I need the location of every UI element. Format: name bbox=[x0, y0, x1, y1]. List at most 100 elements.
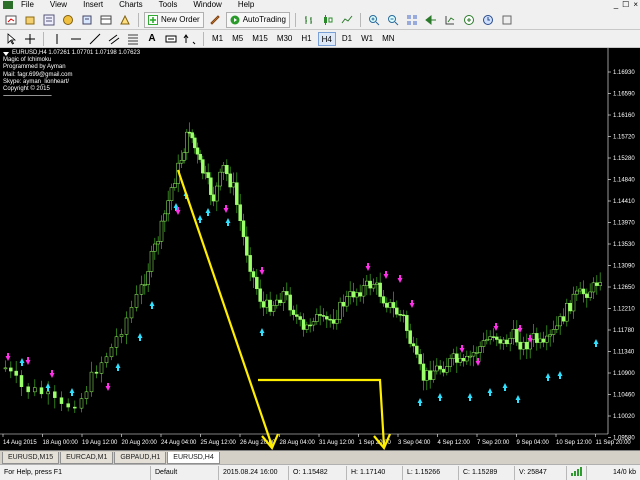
autotrading-label: AutoTrading bbox=[242, 15, 286, 24]
price-tick-label: 1.10460 bbox=[613, 393, 635, 399]
candle-body bbox=[73, 406, 77, 409]
price-chart[interactable]: 1.16930 1.16590 1.16160 1.15720 1.15280 1.148… bbox=[0, 48, 640, 450]
data-window-icon[interactable] bbox=[60, 12, 76, 28]
market-watch-icon[interactable] bbox=[41, 12, 57, 28]
tab-gbpaud-h1[interactable]: GBPAUD,H1 bbox=[114, 452, 167, 464]
timeframe-m15[interactable]: M15 bbox=[249, 32, 271, 46]
timeframe-d1[interactable]: D1 bbox=[339, 32, 355, 46]
menu-tools[interactable]: Tools bbox=[151, 0, 186, 10]
candle-body bbox=[468, 355, 472, 358]
candle-body bbox=[321, 315, 326, 317]
vertical-line-icon[interactable] bbox=[49, 31, 65, 47]
symbol-ohlc: EURUSD,H4 1.07261 1.07701 1.07198 1.0762… bbox=[12, 50, 141, 56]
buy-arrow-icon bbox=[137, 333, 143, 341]
candle-body bbox=[351, 291, 356, 298]
crosshair-icon[interactable] bbox=[22, 31, 38, 47]
menu-insert[interactable]: Insert bbox=[75, 0, 111, 10]
candle-body bbox=[368, 280, 372, 289]
candle-body bbox=[581, 288, 586, 295]
templates-icon[interactable] bbox=[499, 12, 515, 28]
candle-body bbox=[565, 303, 569, 322]
profiles-icon[interactable] bbox=[22, 12, 38, 28]
zoom-out-icon[interactable] bbox=[385, 12, 401, 28]
candle-body bbox=[518, 341, 522, 350]
timeframe-m1[interactable]: M1 bbox=[209, 32, 226, 46]
candle-body bbox=[515, 328, 519, 343]
timeframe-w1[interactable]: W1 bbox=[358, 32, 376, 46]
new-chart-icon[interactable] bbox=[3, 12, 19, 28]
timeframe-m30[interactable]: M30 bbox=[274, 32, 296, 46]
candle-body bbox=[578, 288, 582, 292]
candle-body bbox=[461, 358, 466, 362]
periods-icon[interactable] bbox=[480, 12, 496, 28]
tile-windows-icon[interactable] bbox=[404, 12, 420, 28]
navigator-icon[interactable] bbox=[79, 12, 95, 28]
candle-body bbox=[298, 316, 302, 320]
menu-file[interactable]: File bbox=[13, 0, 42, 10]
candlestick-icon[interactable] bbox=[320, 12, 336, 28]
timeframe-h1[interactable]: H1 bbox=[298, 32, 314, 46]
candle-body bbox=[398, 314, 402, 316]
candle-body bbox=[190, 132, 194, 139]
menu-charts[interactable]: Charts bbox=[111, 0, 151, 10]
candle-body bbox=[39, 387, 44, 395]
chart-canvas: 1.16930 1.16590 1.16160 1.15720 1.15280 1.148… bbox=[0, 48, 635, 450]
candle-body bbox=[84, 391, 89, 399]
text-label-icon[interactable] bbox=[163, 31, 179, 47]
timeframe-h4[interactable]: H4 bbox=[317, 31, 336, 46]
candle-body bbox=[271, 305, 276, 312]
bar-chart-icon[interactable] bbox=[301, 12, 317, 28]
menu-view[interactable]: View bbox=[42, 0, 75, 10]
close-button[interactable]: × bbox=[633, 0, 638, 9]
candle-body bbox=[198, 153, 202, 160]
candle-body bbox=[551, 329, 556, 335]
tab-eurcad-m1[interactable]: EURCAD,M1 bbox=[60, 452, 114, 464]
cursor-icon[interactable] bbox=[3, 31, 19, 47]
candle-body bbox=[59, 397, 64, 404]
tab-eurusd-m15[interactable]: EURUSD,M15 bbox=[2, 452, 60, 464]
restore-button[interactable]: ☐ bbox=[622, 0, 629, 9]
drawing-toolbar: A M1 M5 M15 M30 H1 H4 D1 W1 MN bbox=[0, 30, 640, 48]
horizontal-line-icon[interactable] bbox=[68, 31, 84, 47]
minimize-button[interactable]: _ bbox=[614, 0, 618, 9]
channel-icon[interactable] bbox=[106, 31, 122, 47]
tab-eurusd-h4[interactable]: EURUSD,H4 bbox=[167, 452, 220, 464]
candle-body bbox=[228, 173, 232, 188]
candle-body bbox=[545, 335, 549, 343]
metaeditor-icon[interactable] bbox=[207, 12, 223, 28]
candle-body bbox=[281, 291, 286, 304]
text-tool-icon[interactable]: A bbox=[144, 31, 160, 47]
candle-body bbox=[415, 345, 419, 355]
sell-arrow-icon bbox=[383, 271, 389, 279]
time-tick-label: 31 Aug 12:00 bbox=[319, 440, 355, 446]
timeframe-m5[interactable]: M5 bbox=[229, 32, 246, 46]
chart-shift-icon[interactable] bbox=[442, 12, 458, 28]
candle-body bbox=[33, 387, 37, 393]
time-tick-label: 24 Aug 04:00 bbox=[161, 440, 197, 446]
autotrading-button[interactable]: AutoTrading bbox=[225, 11, 290, 28]
menu-help[interactable]: Help bbox=[230, 0, 262, 10]
candle-body bbox=[46, 391, 50, 395]
sell-arrow-icon bbox=[49, 370, 55, 378]
terminal-icon[interactable] bbox=[98, 12, 114, 28]
buy-arrow-icon bbox=[557, 371, 563, 379]
candle-body bbox=[575, 290, 579, 295]
timeframe-mn[interactable]: MN bbox=[379, 32, 397, 46]
candle-body bbox=[166, 200, 170, 215]
status-profile[interactable]: Default bbox=[150, 465, 218, 480]
fibonacci-icon[interactable] bbox=[125, 31, 141, 47]
symbol-dropdown-icon[interactable] bbox=[3, 51, 9, 56]
line-chart-icon[interactable] bbox=[339, 12, 355, 28]
menu-window[interactable]: Window bbox=[185, 0, 229, 10]
candle-body bbox=[585, 293, 589, 298]
indicators-icon[interactable] bbox=[461, 12, 477, 28]
strategy-tester-icon[interactable] bbox=[117, 12, 133, 28]
arrows-icon[interactable] bbox=[182, 31, 198, 47]
new-order-button[interactable]: New Order bbox=[144, 11, 204, 28]
trendline-icon[interactable] bbox=[87, 31, 103, 47]
scroll-chart-icon[interactable] bbox=[423, 12, 439, 28]
candle-body bbox=[435, 365, 439, 372]
buy-arrow-icon bbox=[417, 398, 423, 406]
zoom-in-icon[interactable] bbox=[366, 12, 382, 28]
price-tick-label: 1.10020 bbox=[613, 414, 635, 420]
